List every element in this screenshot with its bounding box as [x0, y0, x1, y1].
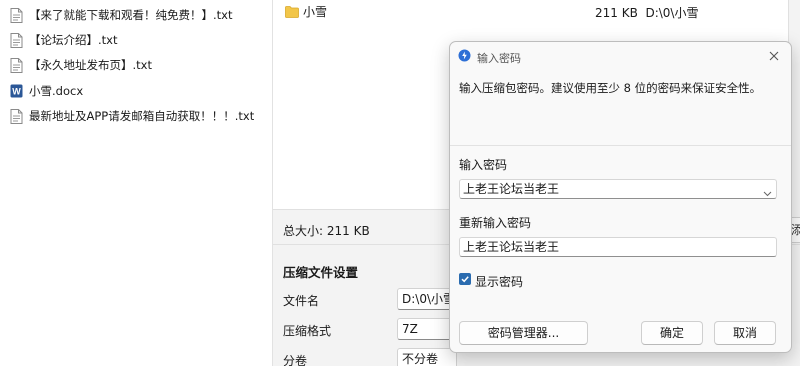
- archive-row[interactable]: 小雪: [285, 3, 327, 20]
- password-label: 输入密码: [459, 158, 508, 172]
- confirm-password-input[interactable]: 上老王论坛当老王: [459, 237, 777, 257]
- format-field[interactable]: 7Z: [397, 318, 457, 340]
- file-name: 最新地址及APP请发邮箱自动获取！！！.txt: [29, 109, 255, 123]
- file-name: 【来了就能下载和观看！纯免费！】.txt: [29, 8, 233, 22]
- dialog-description: 输入压缩包密码。建议使用至少 8 位的密码来保证安全性。: [459, 81, 762, 95]
- chevron-down-icon[interactable]: [763, 185, 772, 197]
- ok-button[interactable]: 确定: [641, 321, 703, 345]
- password-value: 上老王论坛当老王: [463, 182, 560, 196]
- folder-icon: [285, 5, 299, 18]
- filename-label: 文件名: [283, 294, 320, 308]
- file-name: 小雪.docx: [29, 84, 84, 98]
- file-item[interactable]: 【论坛介绍】.txt: [10, 29, 117, 51]
- password-manager-button[interactable]: 密码管理器...: [459, 321, 588, 345]
- dialog-titlebar[interactable]: 输入密码: [450, 42, 791, 70]
- file-name: 【永久地址发布页】.txt: [29, 58, 152, 72]
- volume-label: 分卷: [283, 354, 308, 366]
- text-file-icon: [10, 108, 23, 124]
- confirm-password-value: 上老王论坛当老王: [463, 240, 560, 254]
- text-file-icon: [10, 7, 23, 23]
- folder-name: 小雪: [303, 5, 328, 19]
- confirm-password-label: 重新输入密码: [459, 216, 532, 230]
- show-password-label[interactable]: 显示密码: [475, 273, 523, 290]
- filename-field[interactable]: D:\0\小雪: [397, 288, 457, 310]
- close-icon[interactable]: [765, 47, 783, 65]
- word-file-icon: W: [10, 84, 23, 98]
- compress-settings-title: 压缩文件设置: [283, 265, 359, 280]
- cancel-button[interactable]: 取消: [714, 321, 776, 345]
- app-icon: [458, 49, 471, 62]
- screen: 【来了就能下载和观看！纯免费！】.txt 【论坛介绍】.txt 【永久地址发布页…: [0, 0, 800, 366]
- folder-size: 211 KB: [595, 6, 638, 20]
- show-password-checkbox[interactable]: [459, 273, 471, 285]
- text-file-icon: [10, 32, 23, 48]
- folder-path: D:\0\小雪: [645, 6, 699, 20]
- dialog-title: 输入密码: [477, 52, 521, 65]
- divider: [450, 145, 791, 146]
- file-item[interactable]: 【来了就能下载和观看！纯免费！】.txt: [10, 4, 232, 26]
- file-item[interactable]: 最新地址及APP请发邮箱自动获取！！！.txt: [10, 105, 254, 127]
- svg-text:W: W: [12, 87, 21, 97]
- password-dialog: 输入密码 输入压缩包密码。建议使用至少 8 位的密码来保证安全性。 输入密码 上…: [449, 41, 792, 353]
- folder-size-path: 211 KB D:\0\小雪: [595, 4, 698, 21]
- volume-field[interactable]: 不分卷: [397, 348, 457, 366]
- file-name: 【论坛介绍】.txt: [29, 33, 118, 47]
- file-list: 【来了就能下载和观看！纯免费！】.txt 【论坛介绍】.txt 【永久地址发布页…: [0, 0, 272, 366]
- checkmark-icon: [461, 276, 469, 283]
- file-item[interactable]: W 小雪.docx: [10, 80, 83, 102]
- text-file-icon: [10, 57, 23, 73]
- format-label: 压缩格式: [283, 324, 332, 338]
- password-input[interactable]: 上老王论坛当老王: [459, 179, 777, 199]
- total-size: 总大小: 211 KB: [283, 224, 370, 238]
- file-item[interactable]: 【永久地址发布页】.txt: [10, 54, 152, 76]
